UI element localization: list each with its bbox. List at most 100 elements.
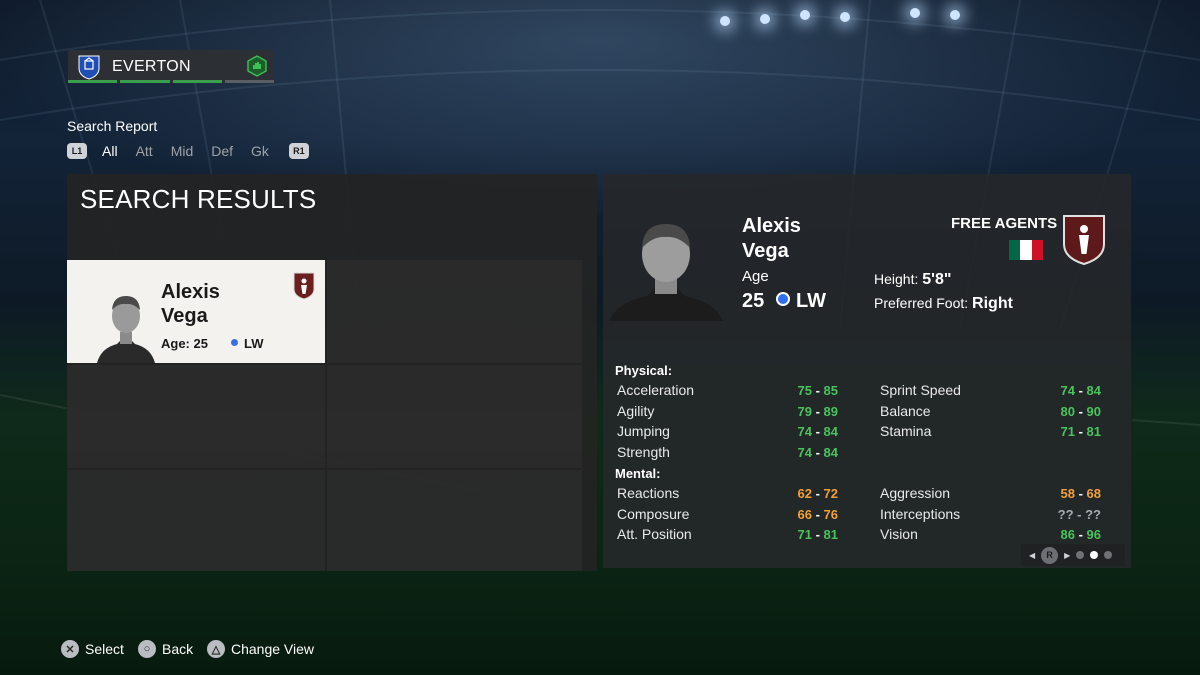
attribute-high: 96 xyxy=(1086,527,1101,543)
age-label: Age xyxy=(742,268,769,285)
range-separator: - xyxy=(811,403,824,419)
range-separator: - xyxy=(1074,383,1087,398)
attribute-low: 80 xyxy=(1060,403,1075,419)
attribute-range: 71 - 81 xyxy=(778,527,839,543)
attribute-name: Strength xyxy=(617,444,670,461)
stadium-lights xyxy=(0,0,1200,40)
attribute-range: 66 - 76 xyxy=(778,506,839,522)
attribute-range: 58 - 68 xyxy=(1041,486,1102,501)
attribute-high: 72 xyxy=(823,486,838,501)
tab-all[interactable]: All xyxy=(102,143,118,159)
card-last-name: Vega xyxy=(161,305,208,327)
attribute-name: Aggression xyxy=(880,485,951,501)
attribute-high: 89 xyxy=(823,403,838,419)
attribute-low: 66 xyxy=(797,506,812,522)
attribute-high: 68 xyxy=(1086,486,1101,501)
card-age: Age: 25 xyxy=(161,336,208,351)
r-stick-icon: R xyxy=(1041,546,1059,564)
height-info: Height: 5'8" xyxy=(874,271,951,289)
attribute-name: Agility xyxy=(617,402,655,419)
select-control[interactable]: ✕ Select xyxy=(61,640,124,658)
player-last-name: Vega xyxy=(742,240,789,262)
attribute-name: Balance xyxy=(880,402,931,419)
attribute-low: 86 xyxy=(1060,527,1075,543)
attribute-low: 79 xyxy=(797,403,812,419)
change-view-label: Change View xyxy=(231,641,315,657)
empty-result-slot[interactable] xyxy=(327,470,582,571)
back-control[interactable]: ○ Back xyxy=(138,640,193,658)
attribute-low: 71 xyxy=(797,527,812,543)
position-dot-icon xyxy=(776,292,790,306)
attribute-range: 75 - 85 xyxy=(778,383,839,398)
l1-button-icon[interactable]: L1 xyxy=(67,143,87,159)
range-separator: - xyxy=(1074,486,1087,501)
range-separator: - xyxy=(811,424,824,440)
back-label: Back xyxy=(162,641,194,657)
r1-button-icon[interactable]: R1 xyxy=(288,143,309,159)
attribute-name: Reactions xyxy=(617,485,680,501)
attribute-name: Sprint Speed xyxy=(880,382,961,398)
empty-result-slot[interactable] xyxy=(67,365,325,468)
attribute-low: 74 xyxy=(797,424,812,440)
foot-info: Preferred Foot: Right xyxy=(874,295,1013,313)
attribute-low: ?? xyxy=(1057,506,1074,522)
attribute-range: 71 - 81 xyxy=(1041,424,1102,440)
attribute-high: ?? xyxy=(1085,506,1101,522)
range-separator: - xyxy=(1073,506,1086,522)
tab-def[interactable]: Def xyxy=(211,143,233,159)
tab-gk[interactable]: Gk xyxy=(251,143,269,159)
attribute-range: 74 - 84 xyxy=(1041,383,1102,398)
attribute-range: 79 - 89 xyxy=(778,403,839,419)
attribute-name: Interceptions xyxy=(880,505,961,522)
club-progress-bar xyxy=(68,80,274,83)
empty-result-slot[interactable] xyxy=(327,365,582,468)
attribute-name: Jumping xyxy=(617,423,670,440)
club-name: EVERTON xyxy=(112,58,191,75)
page-dot xyxy=(1104,551,1113,559)
arrow-right-icon: ▶ xyxy=(1064,550,1071,560)
range-separator: - xyxy=(811,506,824,522)
attribute-low: 58 xyxy=(1060,486,1075,501)
attribute-low: 75 xyxy=(797,383,812,398)
player-first-name: Alexis xyxy=(742,215,801,237)
everton-crest-icon xyxy=(78,55,100,80)
empty-result-slot[interactable] xyxy=(67,470,325,571)
attribute-name: Vision xyxy=(880,526,918,543)
circle-button-icon: ○ xyxy=(138,640,156,658)
attribute-high: 81 xyxy=(823,527,838,543)
attribute-high: 76 xyxy=(823,506,838,522)
attribute-name: Composure xyxy=(617,505,690,522)
attribute-name: Acceleration xyxy=(617,382,695,398)
player-result-card[interactable]: Alexis Vega Age: 25 LW xyxy=(67,260,325,363)
physical-section-label: Physical: xyxy=(615,363,673,378)
search-results-panel: SEARCH RESULTS Alexis Vega Age: 25 LW xyxy=(67,174,597,571)
attribute-high: 84 xyxy=(823,445,838,461)
mexico-flag-icon xyxy=(1009,240,1043,260)
range-separator: - xyxy=(811,445,824,461)
attribute-range: 86 - 96 xyxy=(1041,527,1102,543)
attribute-high: 84 xyxy=(823,424,838,440)
player-status: FREE AGENTS xyxy=(951,215,1058,232)
tab-att[interactable]: Att xyxy=(136,143,153,159)
height-value: 5'8" xyxy=(922,271,952,288)
foot-label: Preferred Foot: xyxy=(874,295,969,311)
card-first-name: Alexis xyxy=(161,281,220,303)
arrow-left-icon: ◀ xyxy=(1029,550,1036,560)
change-view-control[interactable]: △ Change View xyxy=(207,640,314,658)
card-player-name: Alexis Vega xyxy=(161,280,220,328)
triangle-button-icon: △ xyxy=(207,640,225,658)
attribute-range: 62 - 72 xyxy=(778,486,839,501)
mental-section-label: Mental: xyxy=(615,466,661,481)
club-header[interactable]: EVERTON xyxy=(68,50,274,83)
free-agent-badge-icon xyxy=(293,272,315,300)
attribute-low: 74 xyxy=(1060,383,1075,398)
page-indicator[interactable]: ◀ R ▶ xyxy=(1021,544,1125,566)
attribute-low: 74 xyxy=(797,445,812,461)
search-results-title: SEARCH RESULTS xyxy=(80,184,317,214)
position-tabs: L1 All Att Mid Def Gk R1 xyxy=(67,142,309,160)
range-separator: - xyxy=(1074,424,1087,440)
empty-result-slot[interactable] xyxy=(327,260,582,363)
tab-mid[interactable]: Mid xyxy=(171,143,194,159)
hand-up-icon xyxy=(247,55,267,77)
cross-button-icon: ✕ xyxy=(61,640,79,658)
